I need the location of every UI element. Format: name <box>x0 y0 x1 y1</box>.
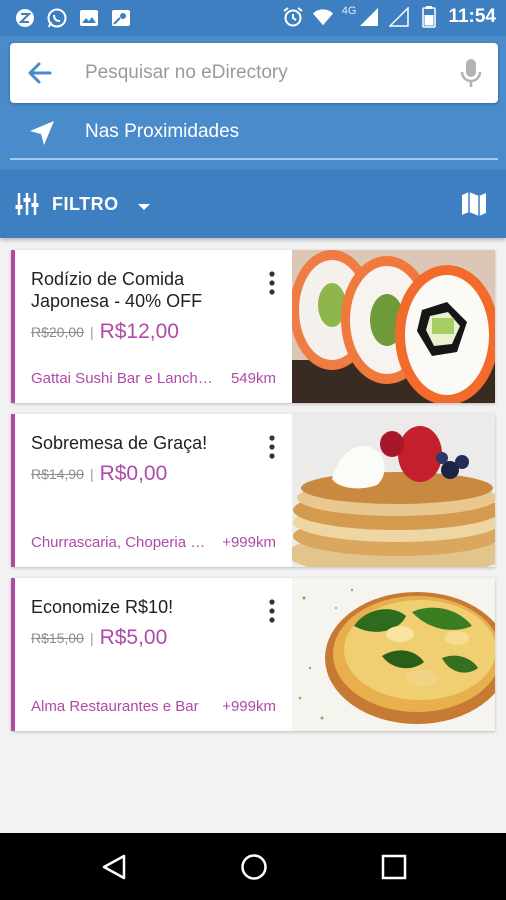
recents-nav-icon[interactable] <box>380 853 408 881</box>
deal-title: Rodízio de Comida Japonesa - 40% OFF <box>31 269 203 311</box>
distance: +999km <box>222 534 276 551</box>
new-price: R$5,00 <box>99 626 168 649</box>
new-price: R$12,00 <box>99 320 179 343</box>
whatsapp-icon <box>46 7 68 29</box>
more-options-icon[interactable] <box>267 270 277 296</box>
nearby-label: Nas Proximidades <box>85 121 240 142</box>
map-icon[interactable] <box>460 190 488 218</box>
deal-card[interactable]: Rodízio de Comida Japonesa - 40% OFF R$2… <box>11 250 495 403</box>
deal-prices: R$20,00 | R$12,00 <box>31 320 179 344</box>
deal-prices: R$14,90 | R$0,00 <box>31 462 167 486</box>
deal-footer: Churrascaria, Choperia e Pizzaria +999km <box>31 534 276 551</box>
pizza-photo <box>292 578 495 731</box>
filter-sliders-icon <box>14 191 40 217</box>
signal-icon <box>358 6 380 28</box>
deal-prices: R$15,00 | R$5,00 <box>31 626 167 650</box>
nearby-button[interactable]: Nas Proximidades <box>0 113 506 155</box>
deal-title: Economize R$10! <box>31 597 174 617</box>
alarm-icon <box>282 6 304 28</box>
home-nav-icon[interactable] <box>240 853 268 881</box>
network-type: 4G <box>341 5 357 17</box>
filter-bar: FILTRO <box>0 170 506 238</box>
sushi-photo <box>292 250 495 403</box>
header-divider <box>10 158 498 160</box>
distance: 549km <box>230 370 276 387</box>
merchant-name[interactable]: Churrascaria, Choperia e Pizzaria <box>31 534 213 551</box>
z-app-icon <box>14 7 36 29</box>
deal-footer: Alma Restaurantes e Bar +999km <box>31 698 276 715</box>
deal-card[interactable]: Economize R$10! R$15,00 | R$5,00 Alma Re… <box>11 578 495 731</box>
old-price: R$20,00 <box>31 324 84 340</box>
back-nav-icon[interactable] <box>100 853 128 881</box>
status-bar: 4G 11:54 <box>0 0 506 36</box>
signal-empty-icon <box>388 6 410 28</box>
old-price: R$14,90 <box>31 466 84 482</box>
filter-label: FILTRO <box>52 193 119 214</box>
maps-icon <box>110 7 132 29</box>
price-separator: | <box>89 324 94 340</box>
android-nav-bar <box>0 833 506 900</box>
more-options-icon[interactable] <box>267 598 277 624</box>
new-price: R$0,00 <box>99 462 168 485</box>
wifi-icon <box>312 6 334 28</box>
app-header: Pesquisar no eDirectory Nas Proximidades <box>0 36 506 170</box>
more-options-icon[interactable] <box>267 434 277 460</box>
old-price: R$15,00 <box>31 630 84 646</box>
microphone-icon[interactable] <box>460 58 482 88</box>
filter-button[interactable]: FILTRO <box>14 188 151 220</box>
price-separator: | <box>89 466 94 482</box>
back-arrow-icon[interactable] <box>26 59 54 87</box>
gallery-icon <box>78 7 100 29</box>
battery-icon <box>418 6 440 28</box>
deal-card[interactable]: Sobremesa de Graça! R$14,90 | R$0,00 Chu… <box>11 414 495 567</box>
caret-down-icon <box>137 199 151 210</box>
deal-title: Sobremesa de Graça! <box>31 433 208 453</box>
location-arrow-icon <box>28 119 56 147</box>
deal-list: Rodízio de Comida Japonesa - 40% OFF R$2… <box>11 250 495 742</box>
status-time: 11:54 <box>448 6 496 27</box>
search-input[interactable]: Pesquisar no eDirectory <box>85 62 288 84</box>
deal-footer: Gattai Sushi Bar e Lanchonete 549km <box>31 370 276 387</box>
price-separator: | <box>89 630 94 646</box>
distance: +999km <box>222 698 276 715</box>
pancakes-photo <box>292 414 495 567</box>
search-bar[interactable]: Pesquisar no eDirectory <box>10 43 498 103</box>
merchant-name[interactable]: Alma Restaurantes e Bar <box>31 698 213 715</box>
merchant-name[interactable]: Gattai Sushi Bar e Lanchonete <box>31 370 213 387</box>
